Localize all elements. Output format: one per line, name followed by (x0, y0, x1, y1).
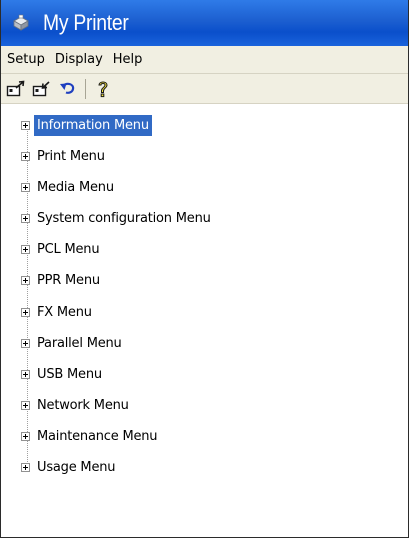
menu-tree[interactable]: Information Menu Print Menu Media Menu S… (1, 104, 408, 536)
tree-item-media-menu[interactable]: Media Menu (21, 175, 117, 199)
tree-item-print-menu[interactable]: Print Menu (21, 144, 108, 168)
tree-item-network-menu[interactable]: Network Menu (21, 393, 132, 417)
tree-item-label[interactable]: FX Menu (34, 302, 95, 323)
tree-item-usb-menu[interactable]: USB Menu (21, 362, 105, 386)
expand-icon[interactable] (21, 462, 30, 472)
tree-item-pcl-menu[interactable]: PCL Menu (21, 237, 102, 261)
expand-icon[interactable] (21, 431, 30, 441)
tree-item-label[interactable]: System configuration Menu (34, 208, 214, 229)
tree-item-ppr-menu[interactable]: PPR Menu (21, 268, 103, 292)
tree-item-fx-menu[interactable]: FX Menu (21, 300, 95, 324)
expand-all-icon[interactable] (5, 78, 27, 100)
help-icon[interactable] (92, 78, 114, 100)
menu-bar: Setup Display Help (1, 46, 408, 74)
tree-item-label[interactable]: Parallel Menu (34, 333, 125, 354)
tree-item-label[interactable]: USB Menu (34, 364, 105, 385)
tree-item-label[interactable]: Network Menu (34, 395, 132, 416)
tree-item-label[interactable]: Maintenance Menu (34, 426, 160, 447)
expand-icon[interactable] (21, 275, 30, 285)
tree-item-label[interactable]: Media Menu (34, 177, 117, 198)
expand-icon[interactable] (21, 213, 30, 223)
expand-icon[interactable] (21, 338, 30, 348)
tree-item-label[interactable]: PCL Menu (34, 239, 102, 260)
expand-icon[interactable] (21, 400, 30, 410)
tree-item-label[interactable]: Print Menu (34, 146, 108, 167)
expand-icon[interactable] (21, 244, 30, 254)
tree-item-usage-menu[interactable]: Usage Menu (21, 455, 118, 479)
expand-icon[interactable] (21, 307, 30, 317)
menu-help[interactable]: Help (109, 52, 149, 67)
toolbar (1, 74, 408, 104)
printer-window: My Printer Setup Display Help Informatio… (0, 0, 409, 538)
title-bar[interactable]: My Printer (1, 0, 408, 46)
tree-item-label[interactable]: PPR Menu (34, 270, 103, 291)
window-title: My Printer (43, 10, 129, 35)
undo-icon[interactable] (57, 78, 79, 100)
expand-icon[interactable] (21, 369, 30, 379)
collapse-all-icon[interactable] (31, 78, 53, 100)
printer-icon (11, 13, 31, 33)
menu-setup[interactable]: Setup (3, 52, 51, 67)
tree-item-label[interactable]: Usage Menu (34, 457, 118, 478)
tree-item-information-menu[interactable]: Information Menu (21, 113, 152, 137)
tree-item-system-configuration-menu[interactable]: System configuration Menu (21, 206, 214, 230)
menu-display[interactable]: Display (51, 52, 109, 67)
toolbar-separator (85, 78, 86, 99)
tree-item-maintenance-menu[interactable]: Maintenance Menu (21, 424, 160, 448)
tree-item-parallel-menu[interactable]: Parallel Menu (21, 331, 125, 355)
tree-item-label[interactable]: Information Menu (34, 114, 152, 136)
expand-icon[interactable] (21, 151, 30, 161)
expand-icon[interactable] (21, 182, 30, 192)
expand-icon[interactable] (21, 120, 30, 130)
